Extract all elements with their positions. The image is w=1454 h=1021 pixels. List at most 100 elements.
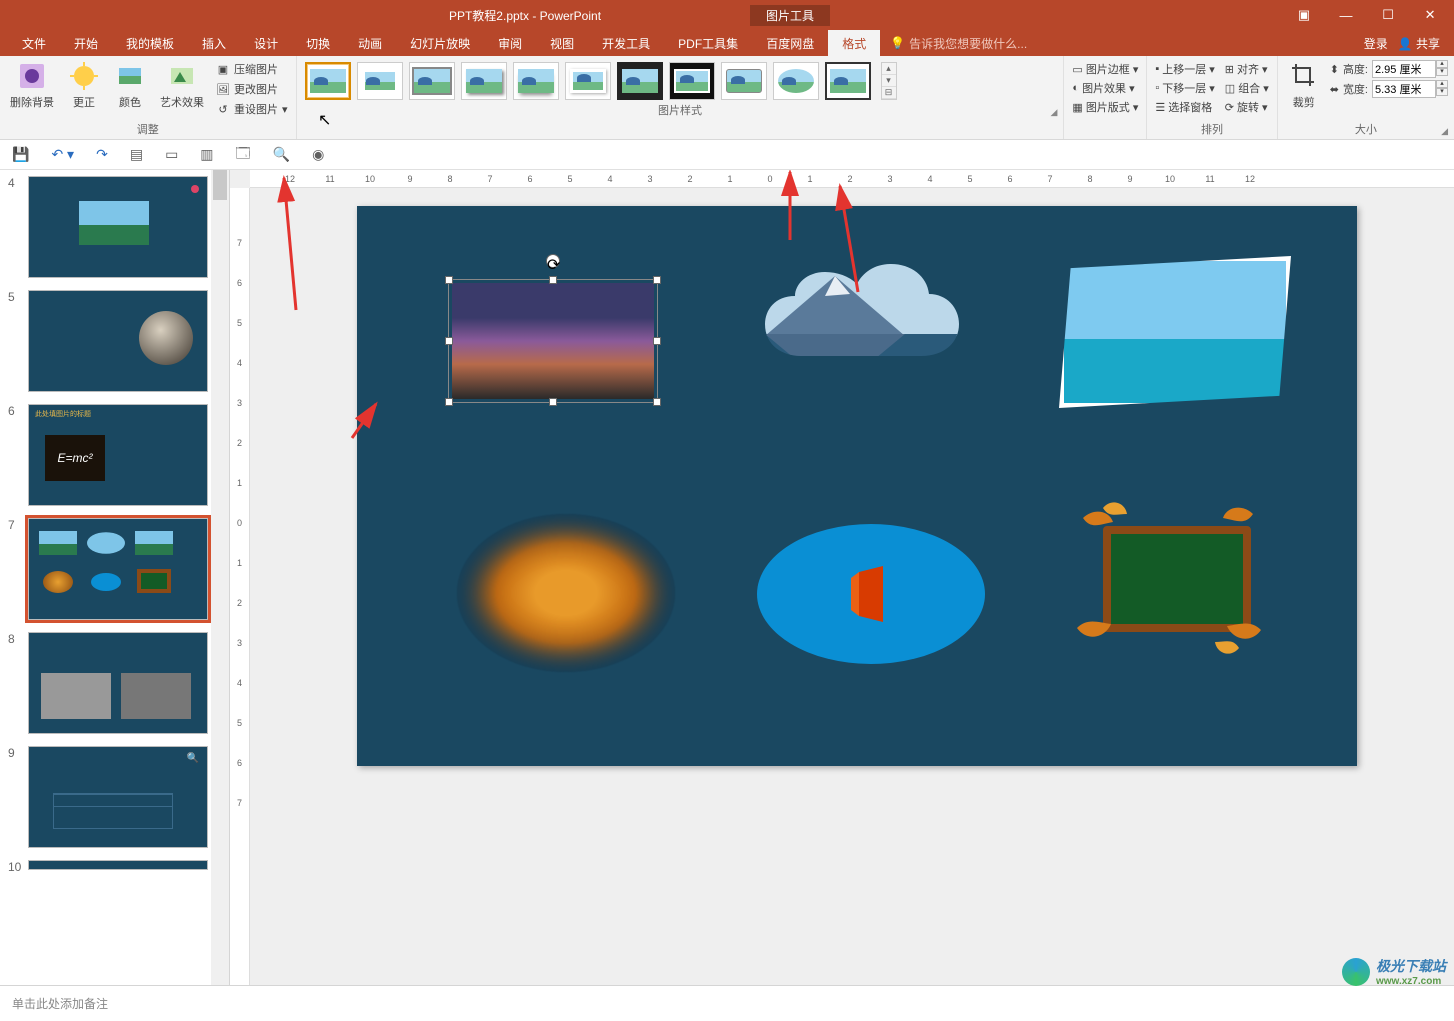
tab-home[interactable]: 开始 [60,30,112,57]
qat-btn-9[interactable]: ◉ [312,146,324,163]
slide-thumbnail[interactable] [28,632,208,734]
width-input[interactable] [1372,80,1436,98]
resize-handle-ne[interactable] [653,276,661,284]
tell-me-box[interactable]: 💡 告诉我您想要做什么... [880,35,1349,52]
resize-handle-s[interactable] [549,398,557,406]
tab-animations[interactable]: 动画 [344,30,396,57]
tab-baidu[interactable]: 百度网盘 [752,30,828,57]
height-label: 高度: [1343,61,1368,77]
picture-style-1[interactable] [305,62,351,100]
picture-effects-button[interactable]: ◐图片效果 ▾ [1068,79,1142,97]
save-button[interactable]: 💾 [12,146,29,163]
close-button[interactable]: ✕ [1416,7,1444,23]
height-input[interactable] [1372,60,1436,78]
slideshow-from-start-button[interactable]: ▥ [200,146,213,163]
picture-mountain-cloud[interactable] [755,256,989,410]
resize-handle-sw[interactable] [445,398,453,406]
slide-thumbnail[interactable]: 🔍 [28,746,208,848]
maximize-button[interactable]: ☐ [1374,7,1402,23]
qat-btn-4[interactable]: ▤ [130,146,143,163]
group-label-size: 大小◢ [1282,119,1450,139]
slide-thumbnail[interactable]: 此处填图片的标题 E=mc² [28,404,208,506]
redo-button[interactable]: ↷ [96,146,108,163]
resize-handle-se[interactable] [653,398,661,406]
picture-leaf-oval[interactable] [457,514,675,672]
minimize-button[interactable]: — [1332,8,1360,23]
picture-style-3[interactable] [409,62,455,100]
tab-slideshow[interactable]: 幻灯片放映 [396,30,484,57]
login-button[interactable]: 登录 [1364,35,1388,52]
layout-icon: ▦ [1072,101,1082,114]
tab-format[interactable]: 格式 [828,30,880,57]
notes-pane[interactable]: 单击此处添加备注 [0,985,1454,1021]
thumb-scrollbar[interactable] [211,170,229,985]
resize-handle-w[interactable] [445,337,453,345]
qat-btn-8[interactable]: 🔍 [273,146,290,163]
reset-picture-button[interactable]: ↺重设图片 ▾ [212,100,292,118]
group-picture-options: ▭图片边框 ▾ ◐图片效果 ▾ ▦图片版式 ▾ [1064,56,1147,139]
corrections-button[interactable]: 更正 [62,58,106,112]
picture-style-6[interactable] [565,62,611,100]
share-button[interactable]: 👤 共享 [1398,35,1440,52]
tab-design[interactable]: 设计 [240,30,292,57]
picture-style-2[interactable] [357,62,403,100]
picture-style-5[interactable] [513,62,559,100]
color-button[interactable]: 颜色 [108,58,152,112]
effects-icon: ◐ [1072,82,1079,94]
picture-beach-snip[interactable] [1059,256,1291,408]
undo-button[interactable]: ↶ ▾ [51,146,74,163]
compress-picture-button[interactable]: ▣压缩图片 [212,60,292,78]
picture-layout-button[interactable]: ▦图片版式 ▾ [1068,98,1142,116]
slide-canvas[interactable]: ⟳ [357,206,1357,766]
picture-style-9[interactable] [721,62,767,100]
artistic-effects-button[interactable]: 艺术效果 [154,58,210,112]
slide-thumbnail[interactable] [28,176,208,278]
slide-editor[interactable]: 1211109876543210123456789101112 76543210… [230,170,1454,985]
change-picture-button[interactable]: 🖼更改图片 [212,80,292,98]
qat-btn-5[interactable]: ▭ [165,146,178,163]
remove-background-button[interactable]: 删除背景 [4,58,60,112]
crop-button[interactable]: 裁剪 [1282,58,1326,112]
picture-style-4[interactable] [461,62,507,100]
tab-file[interactable]: 文件 [8,30,60,57]
width-up[interactable]: ▴ [1436,80,1448,88]
resize-handle-nw[interactable] [445,276,453,284]
slide-thumbnail[interactable] [28,860,208,870]
picture-border-button[interactable]: ▭图片边框 ▾ [1068,60,1142,78]
thumb-10: 10 [0,854,229,874]
slide-thumbnail[interactable] [28,290,208,392]
picture-city-night[interactable]: ⟳ [449,280,657,402]
slide-thumbnails-panel[interactable]: 4 5 6 此处填图片的标题 E=mc² 7 8 9 [0,170,230,985]
picture-style-7[interactable] [617,62,663,100]
height-down[interactable]: ▾ [1436,68,1448,76]
tab-view[interactable]: 视图 [536,30,588,57]
size-launcher[interactable]: ◢ [1441,126,1448,137]
width-down[interactable]: ▾ [1436,88,1448,96]
picture-office-ellipse[interactable] [757,524,985,664]
bring-forward-button[interactable]: ▪上移一层 ▾ [1151,60,1218,78]
picture-style-11[interactable] [825,62,871,100]
ribbon-options-icon[interactable]: ▣ [1290,7,1318,23]
group-button[interactable]: ◫组合 ▾ [1221,79,1273,97]
height-up[interactable]: ▴ [1436,60,1448,68]
tab-review[interactable]: 审阅 [484,30,536,57]
picture-blackboard-leaves[interactable] [1069,504,1285,660]
tab-developer[interactable]: 开发工具 [588,30,664,57]
align-button[interactable]: ⊞对齐 ▾ [1221,60,1273,78]
tab-mytpl[interactable]: 我的模板 [112,30,188,57]
resize-handle-e[interactable] [653,337,661,345]
rotate-handle[interactable]: ⟳ [546,254,560,268]
picture-style-8[interactable] [669,62,715,100]
picture-style-10[interactable] [773,62,819,100]
send-backward-button[interactable]: ▫下移一层 ▾ [1151,79,1218,97]
slide-thumbnail[interactable] [28,518,208,620]
gallery-expand[interactable]: ▴▾⊟ [881,62,897,100]
qat-btn-7[interactable]: 🗔 [236,143,251,167]
tab-pdf[interactable]: PDF工具集 [664,30,752,57]
picstyle-launcher[interactable]: ◢ [1050,107,1057,118]
tab-transitions[interactable]: 切换 [292,30,344,57]
tab-insert[interactable]: 插入 [188,30,240,57]
resize-handle-n[interactable] [549,276,557,284]
selection-pane-button[interactable]: ☰选择窗格 [1151,98,1218,116]
rotate-button[interactable]: ⟳旋转 ▾ [1221,98,1273,116]
